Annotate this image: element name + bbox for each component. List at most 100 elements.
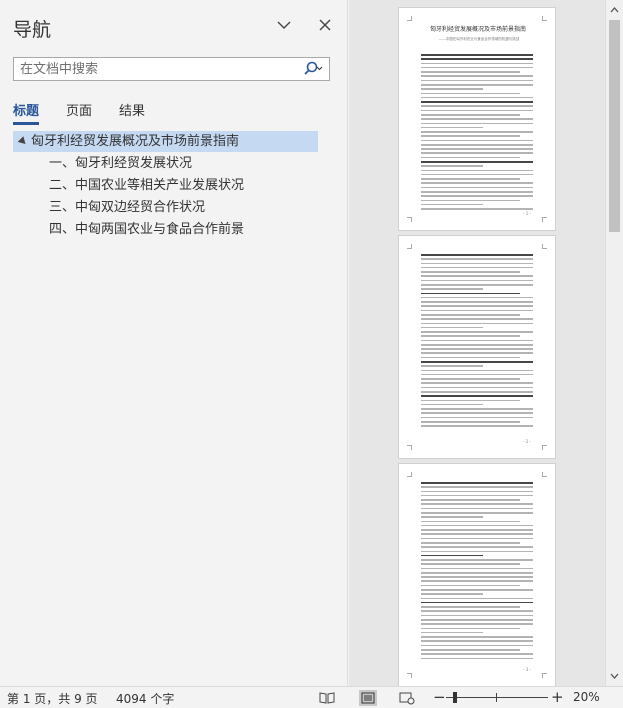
text-line: [421, 331, 533, 333]
close-icon: [319, 19, 331, 31]
heading-item-2[interactable]: 二、中国农业等相关产业发展状况: [13, 175, 318, 196]
text-line: [421, 412, 533, 414]
navigation-pane: 导航 标题 页面 结果 匈牙利经贸发展概况及市场: [0, 0, 348, 686]
text-line: [421, 425, 533, 427]
text-line: [421, 627, 520, 630]
zoom-in-button[interactable]: +: [551, 688, 564, 706]
text-line: [421, 301, 533, 303]
pane-options-button[interactable]: [273, 14, 295, 36]
zoom-level-label[interactable]: 20%: [573, 690, 600, 704]
page-count-label[interactable]: 第 1 页，共 9 页: [7, 690, 98, 707]
print-layout-button[interactable]: [359, 690, 377, 706]
chevron-down-icon: [277, 21, 291, 29]
text-line: [421, 580, 533, 583]
text-line: [421, 173, 533, 176]
zoom-slider-thumb[interactable]: [453, 692, 457, 703]
text-line: [421, 343, 533, 346]
text-line: [421, 533, 533, 535]
text-line: [421, 636, 533, 638]
text-lines: [421, 254, 533, 430]
zoom-out-button[interactable]: −: [433, 688, 446, 706]
search-input[interactable]: [14, 58, 294, 81]
nav-pane-title: 导航: [13, 19, 52, 41]
text-line: [421, 292, 520, 295]
text-line: [421, 178, 520, 180]
text-line: [421, 258, 533, 260]
heading-label: 四、中匈两国农业与食品合作前景: [49, 222, 245, 237]
crop-mark: [407, 217, 412, 222]
text-line: [421, 550, 533, 553]
text-line: [421, 589, 533, 591]
text-line: [421, 182, 533, 185]
heading-item-1[interactable]: 一、匈牙利经贸发展状况: [13, 153, 318, 174]
nav-tabs: 标题 页面 结果: [13, 100, 172, 125]
tab-headings[interactable]: 标题: [13, 100, 40, 125]
heading-label: 一、匈牙利经贸发展状况: [49, 156, 193, 171]
document-page-1[interactable]: 匈牙利经贸发展概况及市场前景指南 ——中国在匈牙利农业与食品合作领域的机遇与挑战…: [399, 8, 555, 230]
word-count-label[interactable]: 4094 个字: [116, 690, 174, 707]
text-line: [421, 191, 533, 193]
text-line: [421, 529, 533, 531]
text-line: [421, 186, 533, 189]
heading-item-4[interactable]: 四、中匈两国农业与食品合作前景: [13, 219, 318, 240]
text-line: [421, 148, 533, 150]
read-mode-button[interactable]: [318, 690, 336, 706]
text-line: [421, 593, 483, 595]
page-number: - 1 -: [523, 211, 531, 216]
text-lines: [421, 482, 533, 662]
text-line: [421, 356, 520, 359]
page-title: 匈牙利经贸发展概况及市场前景指南: [429, 26, 526, 33]
document-area[interactable]: 匈牙利经贸发展概况及市场前景指南 ——中国在匈牙利农业与食品合作领域的机遇与挑战…: [349, 0, 605, 686]
tab-results[interactable]: 结果: [119, 100, 145, 125]
close-pane-button[interactable]: [314, 14, 336, 36]
page-number: - 2 -: [523, 439, 531, 444]
web-layout-icon: [399, 692, 415, 704]
text-line: [421, 576, 533, 578]
crop-mark: [542, 445, 547, 450]
crop-mark: [407, 16, 412, 21]
page-subtitle: ——中国在匈牙利农业与食品合作领域的机遇与挑战: [438, 37, 520, 41]
text-line: [421, 118, 533, 120]
text-line: [421, 373, 533, 376]
text-line: [421, 254, 533, 256]
text-line: [421, 195, 533, 197]
document-page-3[interactable]: - 3 -: [399, 464, 555, 686]
text-line: [421, 92, 520, 95]
text-line: [421, 391, 533, 393]
heading-item-3[interactable]: 三、中匈双边经贸合作状况: [13, 197, 318, 218]
zoom-slider-track[interactable]: [446, 697, 548, 698]
text-line: [421, 113, 520, 116]
text-line: [421, 101, 533, 103]
text-line: [421, 610, 533, 613]
scroll-up-button[interactable]: [606, 1, 623, 18]
text-line: [421, 122, 533, 125]
crop-mark: [542, 673, 547, 678]
text-line: [421, 499, 520, 501]
text-line: [421, 156, 520, 159]
text-line: [421, 54, 533, 56]
text-line: [421, 378, 520, 380]
crop-mark: [542, 16, 547, 21]
text-line: [421, 58, 533, 60]
heading-item-root[interactable]: 匈牙利经贸发展概况及市场前景指南: [13, 131, 318, 152]
text-line: [421, 614, 533, 617]
crop-mark: [407, 472, 412, 477]
text-line: [421, 169, 533, 172]
text-line: [421, 318, 533, 320]
text-line: [421, 559, 533, 561]
heading-tree: 匈牙利经贸发展概况及市场前景指南 一、匈牙利经贸发展状况 二、中国农业等相关产业…: [13, 131, 318, 241]
text-line: [421, 554, 483, 557]
search-button[interactable]: [300, 60, 326, 78]
collapse-triangle-icon[interactable]: [17, 136, 29, 147]
scroll-thumb[interactable]: [609, 20, 620, 232]
heading-label: 匈牙利经贸发展概况及市场前景指南: [31, 134, 240, 149]
scroll-down-button[interactable]: [606, 667, 623, 684]
vertical-scrollbar[interactable]: [605, 0, 623, 686]
document-page-2[interactable]: - 2 -: [399, 236, 555, 458]
text-line: [421, 88, 483, 90]
text-line: [421, 653, 533, 655]
text-line: [421, 490, 533, 493]
web-layout-button[interactable]: [398, 690, 416, 706]
tab-pages[interactable]: 页面: [66, 100, 92, 125]
crop-mark: [407, 673, 412, 678]
